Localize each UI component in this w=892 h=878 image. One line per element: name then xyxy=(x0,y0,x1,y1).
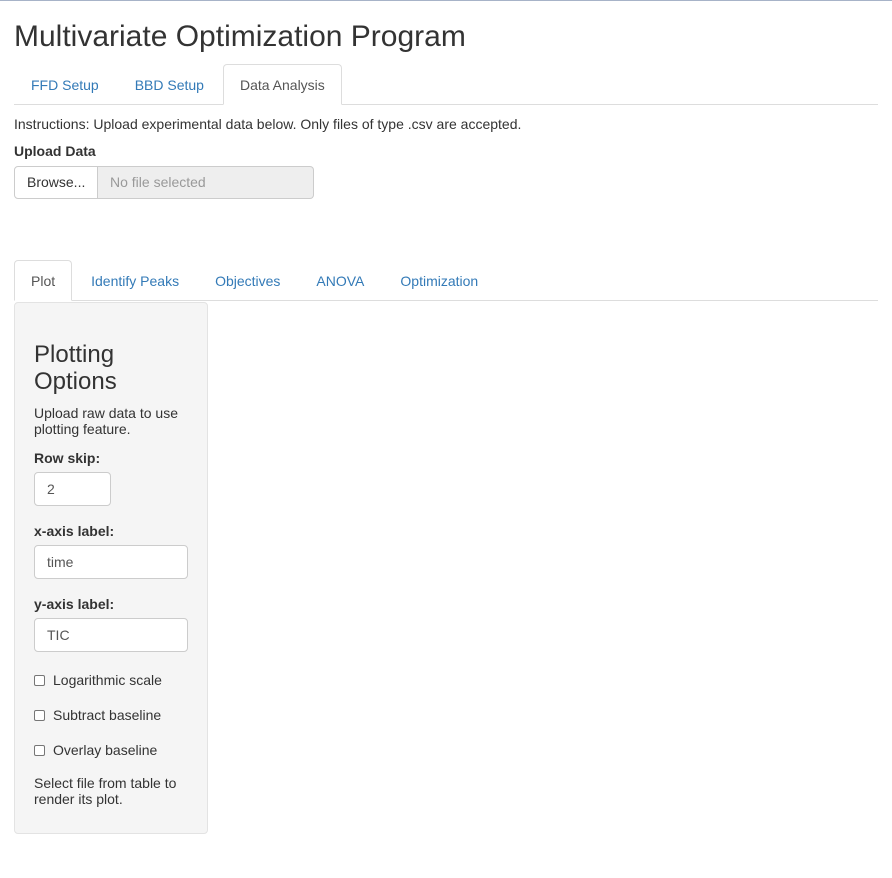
analysis-tabs: Plot Identify Peaks Objectives ANOVA Opt… xyxy=(14,260,878,301)
instructions-text: Instructions: Upload experimental data b… xyxy=(14,116,522,132)
logarithmic-scale-option[interactable]: Logarithmic scale xyxy=(34,670,188,690)
tab-identify-peaks[interactable]: Identify Peaks xyxy=(74,260,196,300)
subtract-baseline-option[interactable]: Subtract baseline xyxy=(34,705,188,725)
tab-optimization[interactable]: Optimization xyxy=(383,260,495,300)
tab-data-analysis[interactable]: Data Analysis xyxy=(222,64,342,105)
y-axis-label-label: y-axis label: xyxy=(34,596,115,612)
logarithmic-scale-checkbox[interactable] xyxy=(34,674,45,686)
subtract-baseline-checkbox[interactable] xyxy=(34,709,45,721)
overlay-baseline-option[interactable]: Overlay baseline xyxy=(34,740,188,760)
y-axis-label-input[interactable]: TIC xyxy=(34,618,188,652)
plot-hint-text: Select file from table to render its plo… xyxy=(34,775,177,807)
tab-plot[interactable]: Plot xyxy=(14,260,73,301)
upload-data-label: Upload Data xyxy=(14,143,96,159)
main-tabs: FFD Setup BBD Setup Data Analysis xyxy=(14,64,878,105)
plotting-help-text: Upload raw data to use plotting feature. xyxy=(34,405,178,437)
page-title: Multivariate Optimization Program xyxy=(14,20,466,53)
tab-bbd-setup[interactable]: BBD Setup xyxy=(118,64,221,104)
x-axis-label-label: x-axis label: xyxy=(34,523,115,539)
overlay-baseline-label: Overlay baseline xyxy=(53,742,158,758)
file-upload-input: Browse... No file selected xyxy=(14,166,314,199)
file-name-field[interactable]: No file selected xyxy=(98,166,314,199)
tab-ffd-setup[interactable]: FFD Setup xyxy=(14,64,116,104)
overlay-baseline-checkbox[interactable] xyxy=(34,744,45,756)
row-skip-input[interactable]: 2 xyxy=(34,472,111,506)
plotting-options-panel: Plotting Options Upload raw data to use … xyxy=(14,302,208,834)
row-skip-label: Row skip: xyxy=(34,450,101,466)
tab-anova[interactable]: ANOVA xyxy=(299,260,381,300)
plotting-options-title: Plotting Options xyxy=(34,341,117,395)
tab-objectives[interactable]: Objectives xyxy=(198,260,297,300)
x-axis-label-input[interactable]: time xyxy=(34,545,188,579)
subtract-baseline-label: Subtract baseline xyxy=(53,707,162,723)
browse-button[interactable]: Browse... xyxy=(14,166,98,199)
logarithmic-scale-label: Logarithmic scale xyxy=(53,672,162,688)
